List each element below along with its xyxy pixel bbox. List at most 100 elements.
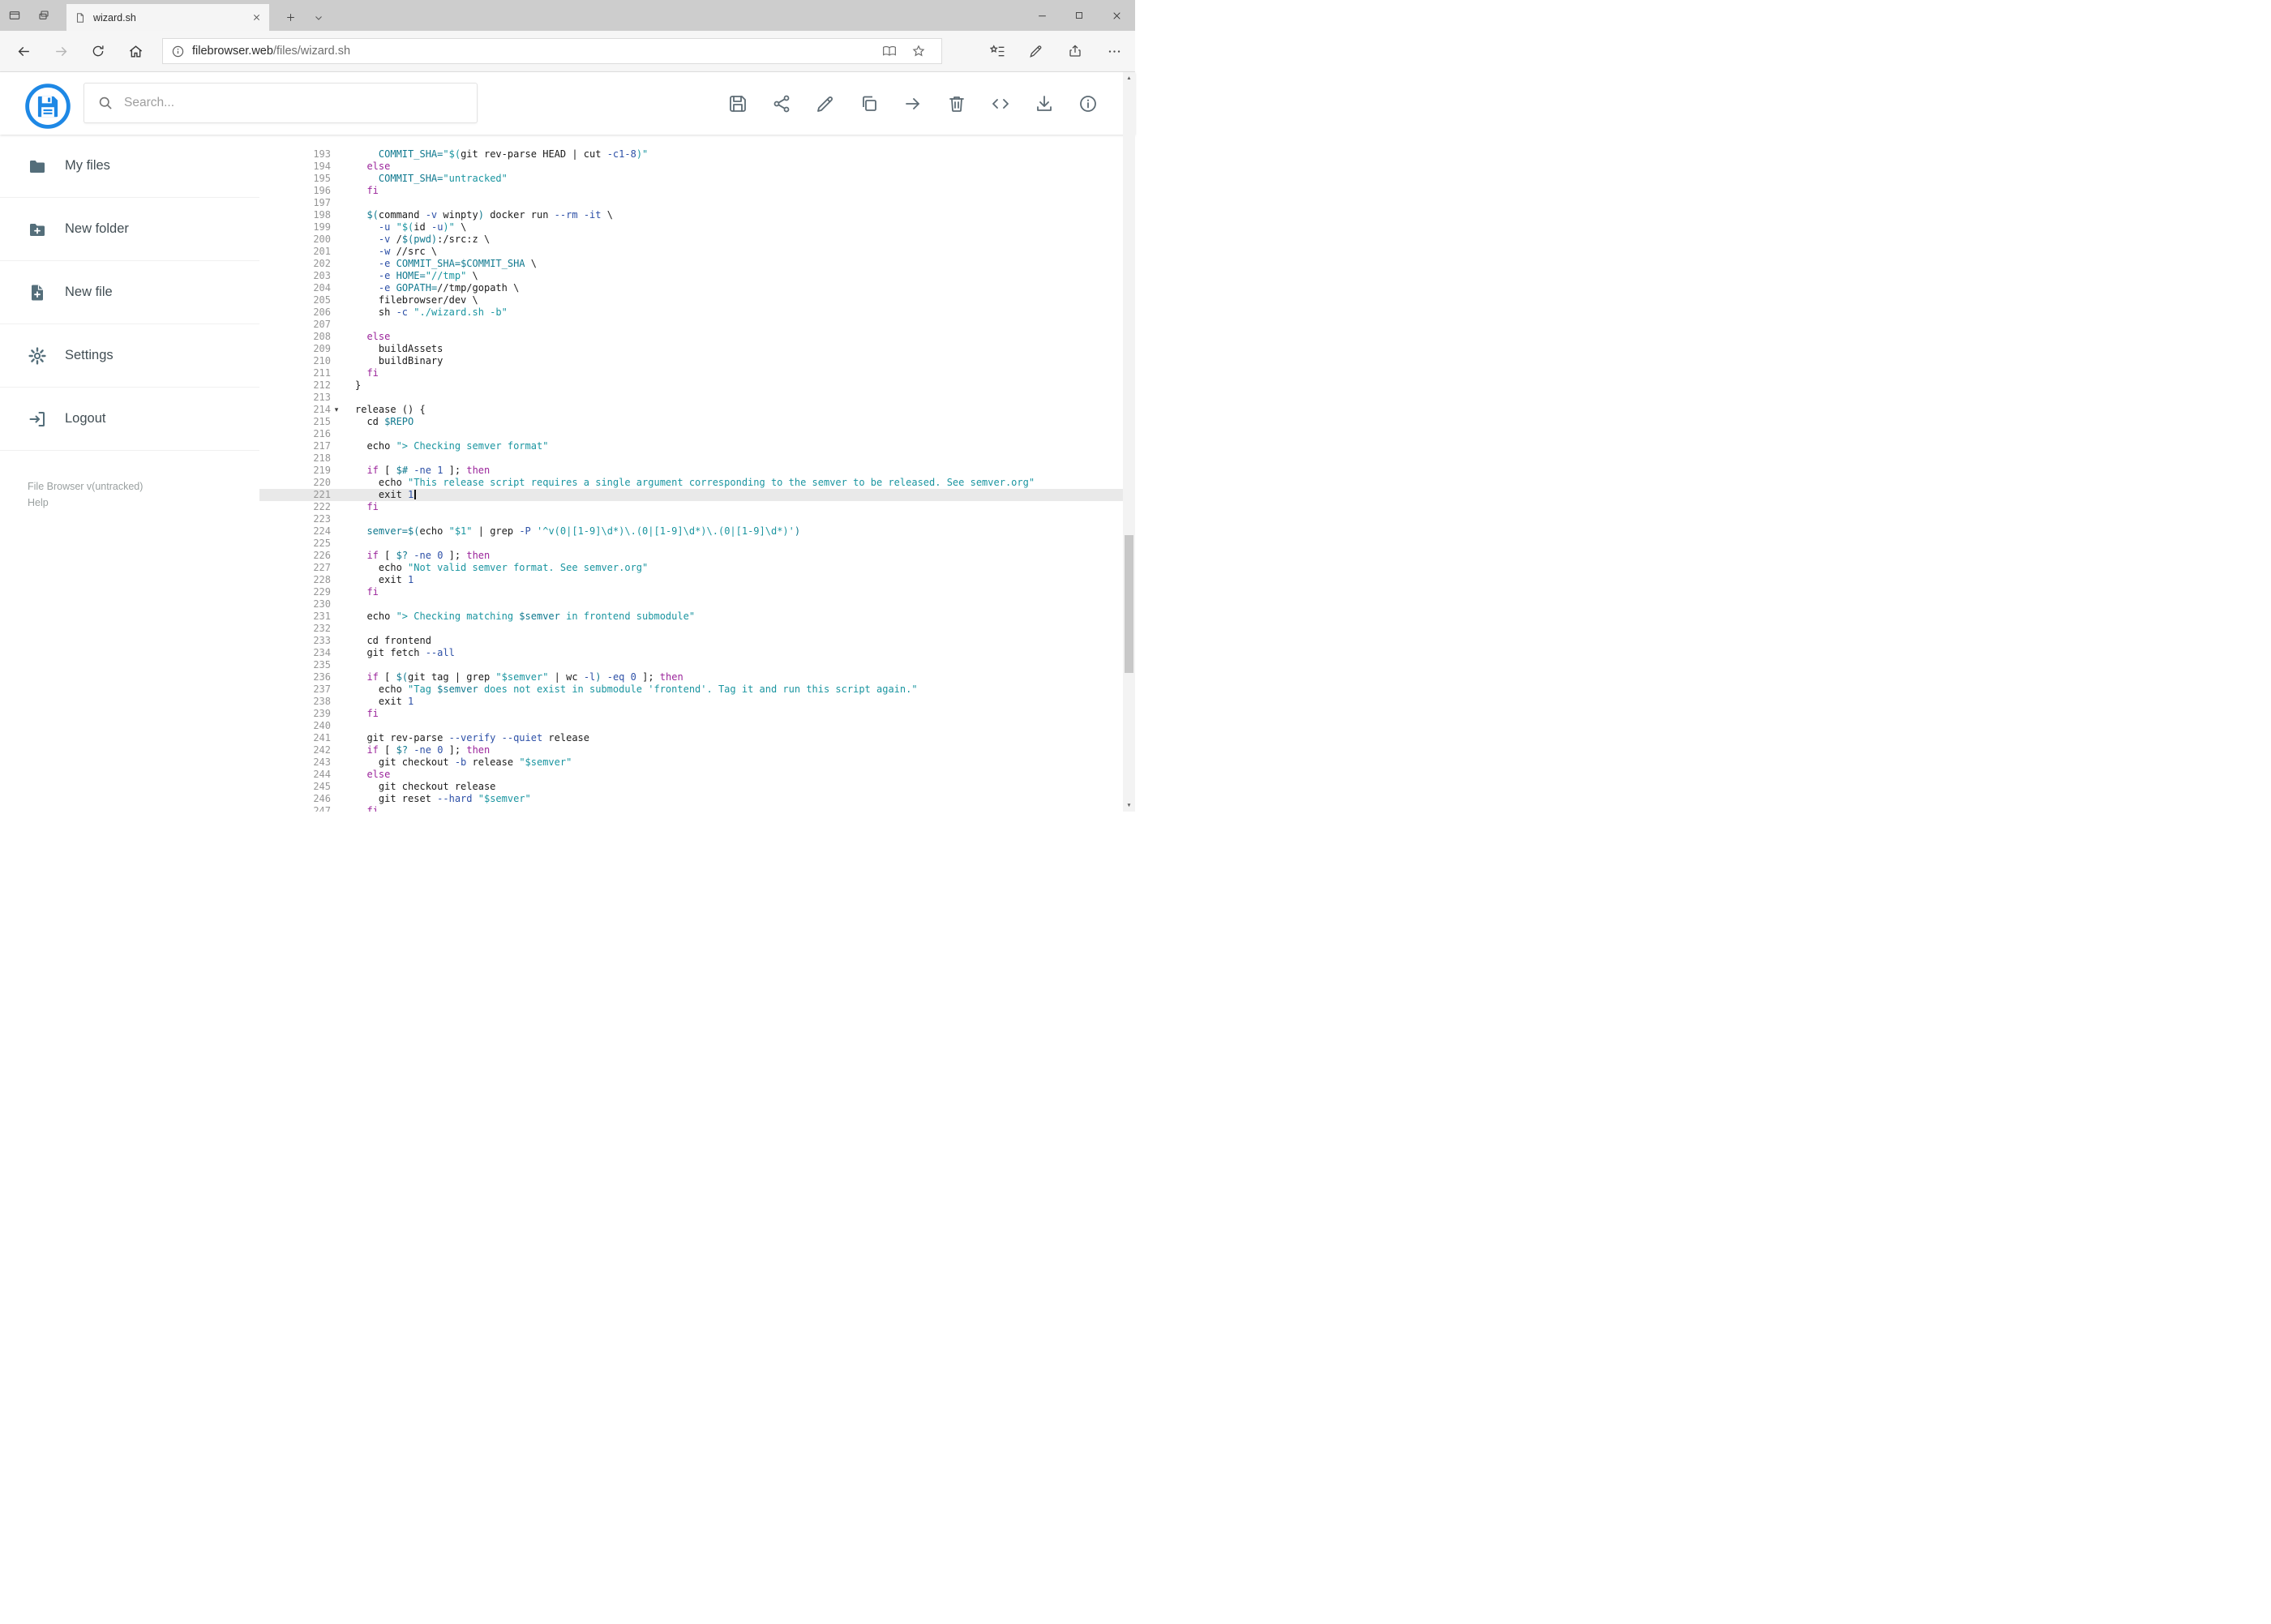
- code-line[interactable]: 234 git fetch --all: [259, 647, 1135, 659]
- code-line[interactable]: 231 echo "> Checking matching $semver in…: [259, 611, 1135, 623]
- code-line[interactable]: 207: [259, 319, 1135, 331]
- code-line[interactable]: 240: [259, 720, 1135, 732]
- filebrowser-logo[interactable]: [24, 83, 71, 130]
- code-line[interactable]: 205 filebrowser/dev \: [259, 294, 1135, 306]
- code-line[interactable]: 242 if [ $? -ne 0 ]; then: [259, 744, 1135, 756]
- scrollbar-up-arrow-icon[interactable]: ▲: [1123, 72, 1135, 84]
- code-line[interactable]: 227 echo "Not valid semver format. See s…: [259, 562, 1135, 574]
- copy-button[interactable]: [859, 94, 879, 114]
- code-line[interactable]: 193 COMMIT_SHA="$(git rev-parse HEAD | c…: [259, 148, 1135, 161]
- share-button[interactable]: [772, 94, 791, 114]
- code-line[interactable]: 200 -v /$(pwd):/src:z \: [259, 234, 1135, 246]
- code-view-button[interactable]: [991, 94, 1010, 114]
- tab-preview-icon[interactable]: [8, 9, 21, 22]
- browser-tab[interactable]: wizard.sh: [66, 4, 269, 31]
- code-line[interactable]: 211 fi: [259, 367, 1135, 379]
- code-line[interactable]: 245 git checkout release: [259, 781, 1135, 793]
- code-line[interactable]: 217 echo "> Checking semver format": [259, 440, 1135, 452]
- code-line[interactable]: 247 fi: [259, 805, 1135, 812]
- code-line[interactable]: 244 else: [259, 769, 1135, 781]
- tab-close-icon[interactable]: [252, 13, 261, 22]
- rename-button[interactable]: [816, 94, 835, 114]
- sidebar-item-new-file[interactable]: New file: [0, 261, 259, 324]
- code-line[interactable]: 206 sh -c "./wizard.sh -b": [259, 306, 1135, 319]
- code-line[interactable]: 213: [259, 392, 1135, 404]
- more-menu-icon[interactable]: [1095, 35, 1133, 67]
- code-line[interactable]: 209 buildAssets: [259, 343, 1135, 355]
- fold-marker-icon[interactable]: ▾: [331, 404, 342, 416]
- code-line[interactable]: 196 fi: [259, 185, 1135, 197]
- code-line[interactable]: 238 exit 1: [259, 696, 1135, 708]
- code-line[interactable]: 232: [259, 623, 1135, 635]
- new-tab-button[interactable]: [276, 4, 304, 31]
- code-line[interactable]: 194 else: [259, 161, 1135, 173]
- code-line[interactable]: 229 fi: [259, 586, 1135, 598]
- sidebar-item-logout[interactable]: Logout: [0, 388, 259, 451]
- code-line[interactable]: 246 git reset --hard "$semver": [259, 793, 1135, 805]
- code-line[interactable]: 228 exit 1: [259, 574, 1135, 586]
- code-line[interactable]: 214 ▾ release () {: [259, 404, 1135, 416]
- refresh-button[interactable]: [79, 35, 117, 67]
- code-line[interactable]: 218: [259, 452, 1135, 465]
- window-close-button[interactable]: [1098, 0, 1135, 31]
- code-line[interactable]: 204 -e GOPATH=//tmp/gopath \: [259, 282, 1135, 294]
- code-line[interactable]: 208 else: [259, 331, 1135, 343]
- favorite-star-icon[interactable]: [904, 44, 933, 58]
- reading-view-icon[interactable]: [875, 44, 904, 58]
- site-info-icon[interactable]: [171, 45, 185, 58]
- code-line[interactable]: 220 echo "This release script requires a…: [259, 477, 1135, 489]
- scrollbar-down-arrow-icon[interactable]: ▼: [1123, 799, 1135, 812]
- code-line[interactable]: 201 -w //src \: [259, 246, 1135, 258]
- favorites-hub-icon[interactable]: [978, 35, 1017, 67]
- code-line[interactable]: 225: [259, 538, 1135, 550]
- code-line[interactable]: 212}: [259, 379, 1135, 392]
- back-button[interactable]: [5, 35, 42, 67]
- code-line[interactable]: 223: [259, 513, 1135, 525]
- delete-button[interactable]: [947, 94, 966, 114]
- window-maximize-button[interactable]: [1061, 0, 1098, 31]
- forward-button[interactable]: [42, 35, 79, 67]
- code-line[interactable]: 215 cd $REPO: [259, 416, 1135, 428]
- code-line[interactable]: 230: [259, 598, 1135, 611]
- sidebar-item-my-files[interactable]: My files: [0, 135, 259, 198]
- download-button[interactable]: [1035, 94, 1054, 114]
- code-line[interactable]: 195 COMMIT_SHA="untracked": [259, 173, 1135, 185]
- code-line[interactable]: 219 if [ $# -ne 1 ]; then: [259, 465, 1135, 477]
- code-line[interactable]: 202 -e COMMIT_SHA=$COMMIT_SHA \: [259, 258, 1135, 270]
- code-line[interactable]: 239 fi: [259, 708, 1135, 720]
- code-line[interactable]: 197: [259, 197, 1135, 209]
- code-line[interactable]: 221 exit 1: [259, 489, 1135, 501]
- code-line[interactable]: 237 echo "Tag $semver does not exist in …: [259, 683, 1135, 696]
- code-line[interactable]: 224 semver=$(echo "$1" | grep -P '^v(0|[…: [259, 525, 1135, 538]
- code-line[interactable]: 233 cd frontend: [259, 635, 1135, 647]
- help-link[interactable]: Help: [28, 495, 143, 511]
- code-line[interactable]: 243 git checkout -b release "$semver": [259, 756, 1135, 769]
- share-icon[interactable]: [1056, 35, 1095, 67]
- code-line[interactable]: 241 git rev-parse --verify --quiet relea…: [259, 732, 1135, 744]
- code-line[interactable]: 216: [259, 428, 1135, 440]
- window-minimize-button[interactable]: [1023, 0, 1061, 31]
- code-line[interactable]: 203 -e HOME="//tmp" \: [259, 270, 1135, 282]
- move-button[interactable]: [903, 94, 923, 114]
- code-line[interactable]: 226 if [ $? -ne 0 ]; then: [259, 550, 1135, 562]
- code-line[interactable]: 222 fi: [259, 501, 1135, 513]
- code-line[interactable]: 198 $(command -v winpty) docker run --rm…: [259, 209, 1135, 221]
- web-note-pen-icon[interactable]: [1017, 35, 1056, 67]
- code-editor[interactable]: 193 COMMIT_SHA="$(git rev-parse HEAD | c…: [259, 135, 1135, 812]
- search-box[interactable]: Search...: [84, 83, 478, 123]
- line-number: 225: [313, 538, 331, 549]
- set-tabs-aside-icon[interactable]: [37, 9, 50, 22]
- save-button[interactable]: [728, 94, 748, 114]
- code-line[interactable]: 199 -u "$(id -u)" \: [259, 221, 1135, 234]
- scrollbar-thumb[interactable]: [1125, 535, 1133, 673]
- code-line[interactable]: 210 buildBinary: [259, 355, 1135, 367]
- sidebar-item-new-folder[interactable]: New folder: [0, 198, 259, 261]
- sidebar-item-settings[interactable]: Settings: [0, 324, 259, 388]
- address-bar[interactable]: filebrowser.web/files/wizard.sh: [162, 38, 942, 64]
- info-button[interactable]: [1078, 94, 1098, 114]
- code-line[interactable]: 236 if [ $(git tag | grep "$semver" | wc…: [259, 671, 1135, 683]
- code-line[interactable]: 235: [259, 659, 1135, 671]
- tab-list-chevron-icon[interactable]: [306, 4, 331, 31]
- home-button[interactable]: [117, 35, 154, 67]
- page-scrollbar[interactable]: ▲ ▼: [1123, 72, 1135, 812]
